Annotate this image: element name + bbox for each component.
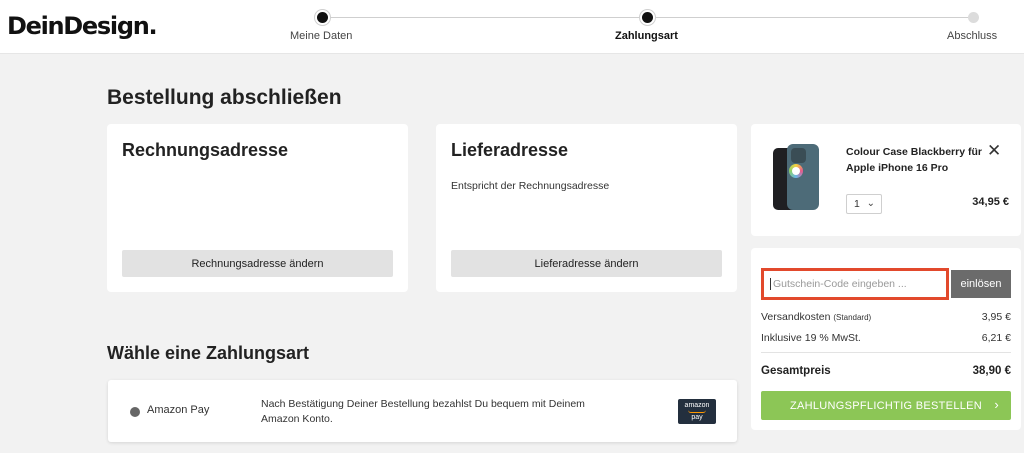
vat-label: Inklusive 19 % MwSt. — [761, 332, 861, 344]
total-row: Gesamtpreis 38,90 € — [761, 365, 1011, 377]
step-dot-zahlungsart — [642, 12, 653, 23]
progress-line-remaining — [647, 17, 974, 18]
total-label: Gesamtpreis — [761, 365, 831, 377]
redeem-coupon-button[interactable]: einlösen — [951, 270, 1011, 298]
step-label-abschluss: Abschluss — [947, 30, 998, 42]
vat-row: Inklusive 19 % MwSt. 6,21 € — [761, 332, 1011, 344]
close-icon[interactable]: ✕ — [987, 142, 1001, 159]
place-order-label: ZAHLUNGSPFLICHTIG BESTELLEN — [789, 399, 983, 412]
total-value: 38,90 € — [972, 365, 1011, 377]
product-image[interactable] — [773, 144, 821, 214]
order-summary-card: Gutschein-Code eingeben ... einlösen Ver… — [751, 248, 1021, 430]
camera-module — [791, 148, 806, 163]
amazon-logo-pay-text: pay — [691, 414, 703, 421]
coupon-placeholder: Gutschein-Code eingeben ... — [773, 278, 907, 290]
change-shipping-address-button[interactable]: Lieferadresse ändern — [451, 250, 722, 277]
chevron-down-icon: ⌄ — [866, 198, 875, 209]
change-billing-address-button[interactable]: Rechnungsadresse ändern — [122, 250, 393, 277]
summary-divider — [761, 352, 1011, 353]
place-order-button[interactable]: ZAHLUNGSPFLICHTIG BESTELLEN › — [761, 391, 1011, 420]
product-price: 34,95 € — [972, 196, 1009, 208]
amazon-pay-logo-icon: amazon pay — [678, 399, 716, 424]
shipping-address-title: Lieferadresse — [451, 140, 569, 160]
chevron-right-icon: › — [994, 397, 999, 412]
step-dot-abschluss — [968, 12, 979, 23]
checkout-header: DeinDesign. Meine Daten Zahlungsart Absc… — [0, 0, 1024, 54]
shipping-cost-value: 3,95 € — [981, 311, 1011, 323]
cart-product-card: Colour Case Blackberry für Apple iPhone … — [751, 124, 1021, 236]
billing-address-card: Rechnungsadresse Rechnungsadresse ändern — [107, 124, 408, 292]
payment-option-amazon-pay[interactable]: Amazon Pay Nach Bestätigung Deiner Beste… — [108, 380, 737, 442]
product-name[interactable]: Colour Case Blackberry für Apple iPhone … — [846, 144, 986, 176]
page-title: Bestellung abschließen — [107, 86, 342, 109]
shipping-cost-row: Versandkosten (Standard) 3,95 € — [761, 311, 1011, 323]
amazon-smile-icon — [688, 410, 706, 413]
quantity-select[interactable]: 1 ⌄ — [846, 194, 882, 214]
quantity-value: 1 — [854, 198, 860, 210]
payment-option-name[interactable]: Amazon Pay — [147, 404, 209, 416]
progress-line — [322, 17, 647, 18]
amazon-logo-text: amazon — [684, 402, 710, 409]
shipping-cost-sub: (Standard) — [833, 313, 872, 322]
step-dot-meine-daten — [317, 12, 328, 23]
payment-section-title: Wähle eine Zahlungsart — [107, 343, 310, 363]
amazon-pay-radio[interactable] — [130, 407, 140, 417]
step-label-meine-daten[interactable]: Meine Daten — [290, 30, 352, 42]
text-caret — [770, 278, 771, 290]
shipping-cost-label: Versandkosten — [761, 311, 831, 323]
step-label-zahlungsart: Zahlungsart — [615, 30, 678, 42]
billing-address-title: Rechnungsadresse — [122, 140, 289, 160]
shipping-address-card: Lieferadresse Entspricht der Rechnungsad… — [436, 124, 737, 292]
payment-option-description: Nach Bestätigung Deiner Bestellung bezah… — [261, 398, 585, 425]
logo[interactable]: DeinDesign. — [7, 12, 158, 40]
vat-value: 6,21 € — [981, 332, 1011, 344]
coupon-code-input[interactable]: Gutschein-Code eingeben ... — [761, 268, 949, 300]
colour-ring-icon — [789, 164, 803, 178]
shipping-address-text: Entspricht der Rechnungsadresse — [451, 180, 610, 192]
